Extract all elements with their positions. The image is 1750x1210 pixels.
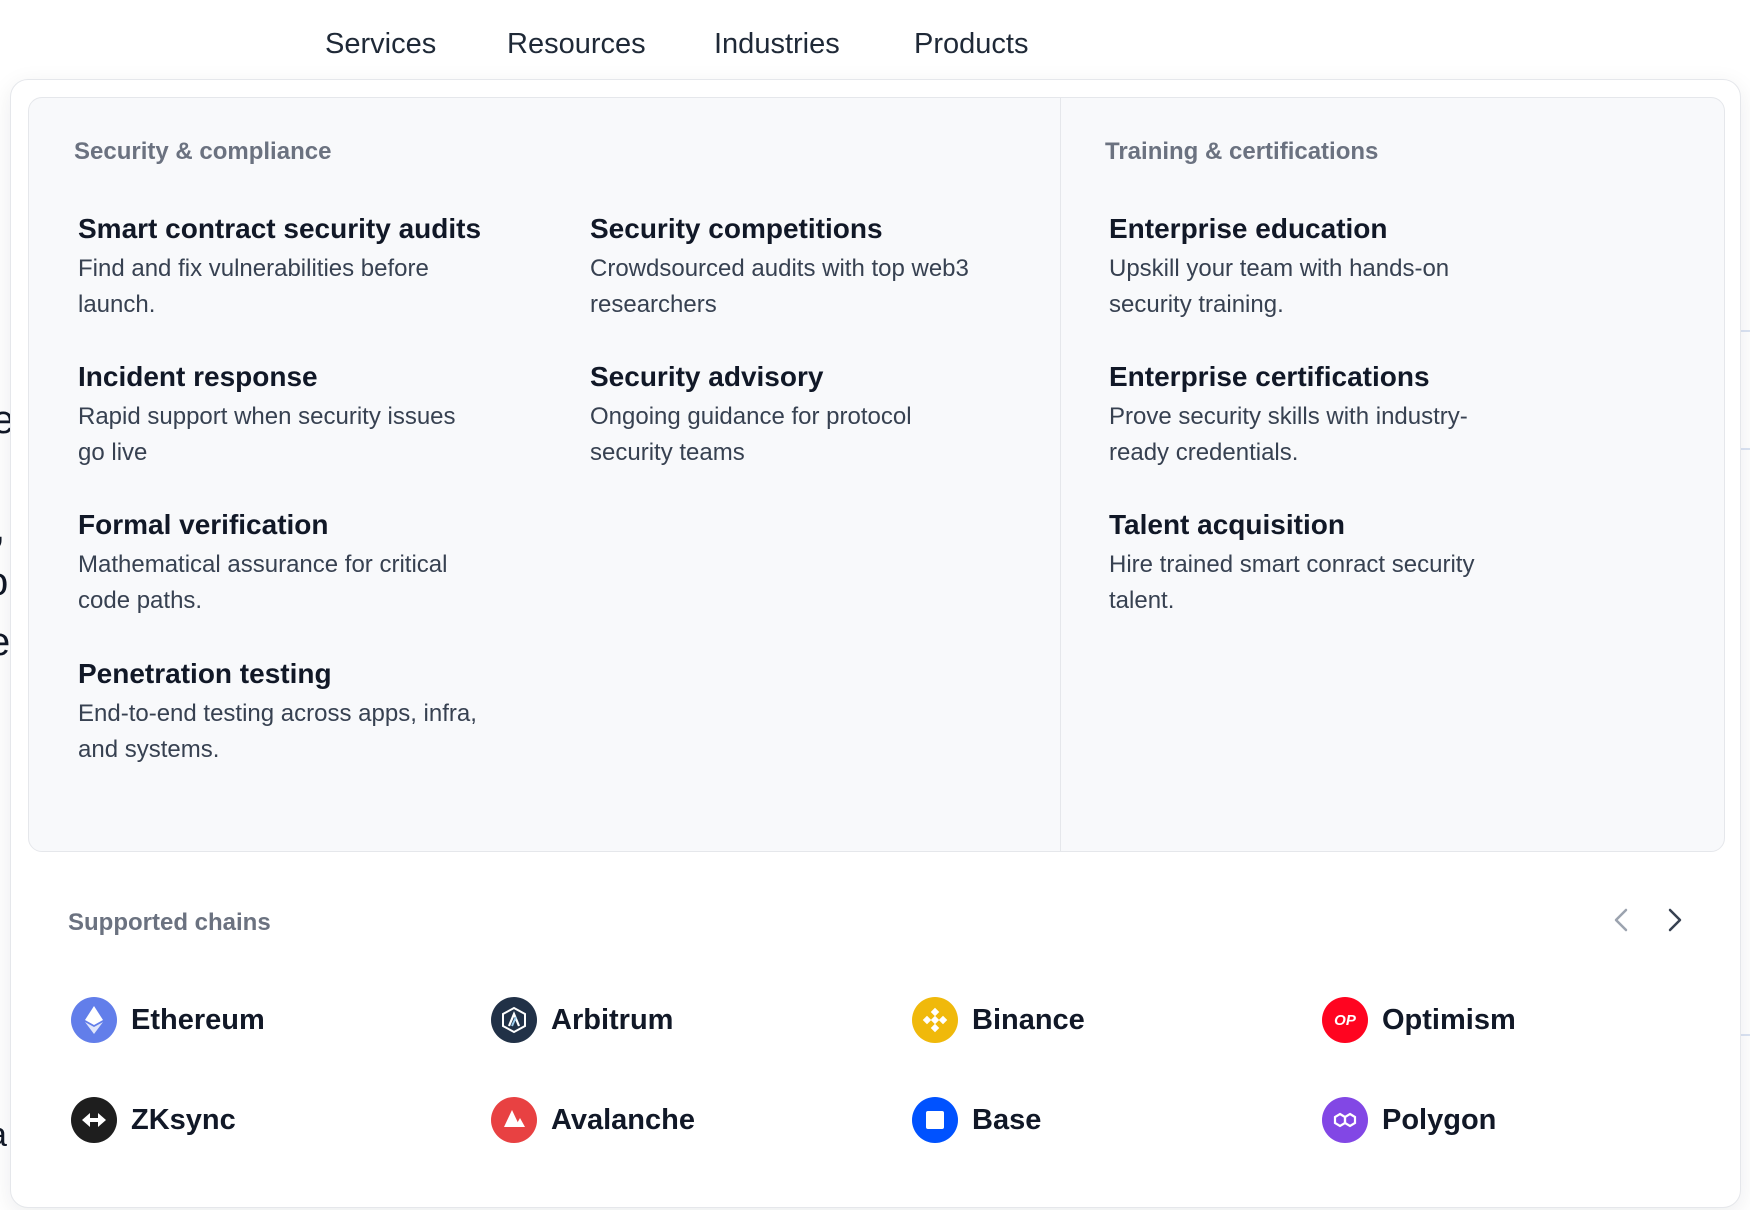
training-section-label: Training & certifications — [1105, 138, 1379, 165]
menu-item-title: Incident response — [78, 361, 318, 392]
chain-name: Arbitrum — [551, 1003, 674, 1036]
chain-name: Optimism — [1382, 1003, 1516, 1036]
chain-polygon[interactable]: Polygon — [1322, 1097, 1496, 1143]
background-text-fragment: , — [0, 508, 5, 548]
security-section-label: Security & compliance — [74, 138, 332, 165]
menu-item-enterprise-education[interactable]: Enterprise education Upskill your team w… — [1109, 211, 1549, 323]
binance-icon — [912, 997, 958, 1043]
services-panel: Security & compliance Training & certifi… — [28, 97, 1725, 852]
menu-item-title: Talent acquisition — [1109, 509, 1345, 540]
menu-item-description: Prove security skills with industry-read… — [1109, 403, 1468, 466]
polygon-icon — [1322, 1097, 1368, 1143]
chain-avalanche[interactable]: Avalanche — [491, 1097, 695, 1143]
background-text-fragment: e — [0, 622, 10, 662]
background-text-fragment: a — [0, 1118, 7, 1152]
menu-item-security-competitions[interactable]: Security competitions Crowdsourced audit… — [590, 211, 1030, 323]
zksync-icon — [71, 1097, 117, 1143]
menu-item-description: Upskill your team with hands-on security… — [1109, 255, 1450, 318]
menu-item-formal-verification[interactable]: Formal verification Mathematical assuran… — [78, 507, 518, 619]
chevron-right-icon[interactable] — [1656, 902, 1692, 938]
chain-name: Binance — [972, 1003, 1085, 1036]
chain-name: Polygon — [1382, 1103, 1497, 1136]
chain-name: Avalanche — [551, 1103, 695, 1136]
column-divider — [1060, 98, 1061, 851]
menu-item-description: Hire trained smart conract security tale… — [1109, 551, 1475, 614]
menu-item-talent-acquisition[interactable]: Talent acquisition Hire trained smart co… — [1109, 507, 1549, 619]
nav-item-industries[interactable]: Industries — [714, 28, 840, 61]
menu-item-title: Formal verification — [78, 509, 329, 540]
optimism-icon: OP — [1322, 997, 1368, 1043]
menu-item-description: Crowdsourced audits with top web3 resear… — [590, 255, 969, 318]
menu-item-description: Find and fix vulnerabilities before laun… — [78, 255, 429, 318]
background-decoration — [1740, 448, 1750, 450]
chain-ethereum[interactable]: Ethereum — [71, 997, 265, 1043]
nav-item-products[interactable]: Products — [914, 28, 1028, 61]
background-decoration — [1740, 1034, 1750, 1036]
nav-item-resources[interactable]: Resources — [507, 28, 646, 61]
chevron-left-icon[interactable] — [1604, 902, 1640, 938]
top-nav: Services Resources Industries Products — [0, 0, 1750, 80]
chain-arbitrum[interactable]: Arbitrum — [491, 997, 673, 1043]
menu-item-smart-contract-audits[interactable]: Smart contract security audits Find and … — [78, 211, 518, 323]
arbitrum-icon — [491, 997, 537, 1043]
chain-name: Ethereum — [131, 1003, 265, 1036]
supported-chains-label: Supported chains — [68, 909, 271, 936]
background-decoration — [1740, 330, 1750, 332]
chain-name: Base — [972, 1103, 1042, 1136]
services-dropdown: Security & compliance Training & certifi… — [10, 79, 1741, 1208]
menu-item-incident-response[interactable]: Incident response Rapid support when sec… — [78, 359, 518, 471]
menu-item-description: Mathematical assurance for critical code… — [78, 551, 448, 614]
menu-item-title: Enterprise certifications — [1109, 361, 1430, 392]
menu-item-description: Rapid support when security issues go li… — [78, 403, 456, 466]
menu-item-title: Penetration testing — [78, 658, 332, 689]
chain-optimism[interactable]: OP Optimism — [1322, 997, 1516, 1043]
menu-item-title: Smart contract security audits — [78, 213, 482, 244]
optimism-glyph: OP — [1334, 1011, 1356, 1029]
background-text-fragment: o — [0, 562, 8, 602]
chain-name: ZKsync — [131, 1103, 236, 1136]
menu-item-enterprise-certifications[interactable]: Enterprise certifications Prove security… — [1109, 359, 1549, 471]
chain-binance[interactable]: Binance — [912, 997, 1085, 1043]
menu-item-title: Security competitions — [590, 213, 883, 244]
menu-item-security-advisory[interactable]: Security advisory Ongoing guidance for p… — [590, 359, 1030, 471]
menu-item-description: Ongoing guidance for protocol security t… — [590, 403, 912, 466]
menu-item-description: End-to-end testing across apps, infra, a… — [78, 700, 477, 763]
menu-item-title: Security advisory — [590, 361, 824, 392]
chain-zksync[interactable]: ZKsync — [71, 1097, 236, 1143]
menu-item-penetration-testing[interactable]: Penetration testing End-to-end testing a… — [78, 656, 518, 768]
menu-item-title: Enterprise education — [1109, 213, 1388, 244]
ethereum-icon — [71, 997, 117, 1043]
avalanche-icon — [491, 1097, 537, 1143]
chain-base[interactable]: Base — [912, 1097, 1041, 1143]
base-icon — [912, 1097, 958, 1143]
nav-item-services[interactable]: Services — [325, 28, 436, 61]
